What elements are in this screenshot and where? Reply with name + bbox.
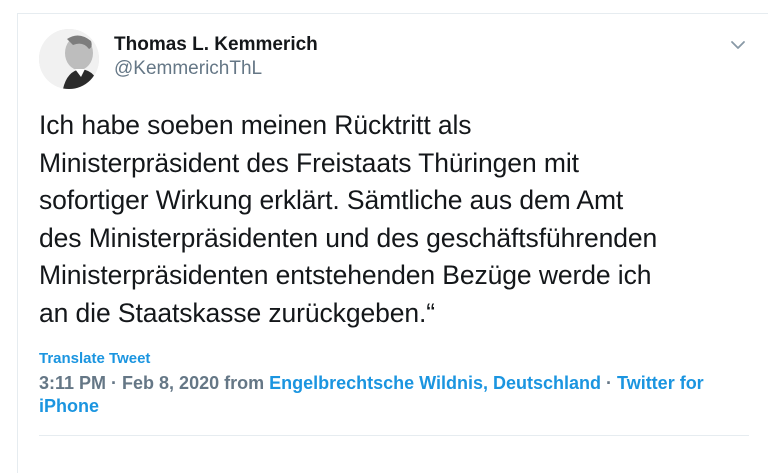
author-name[interactable]: Thomas L. Kemmerich [114, 34, 318, 56]
tweet-date[interactable]: Feb 8, 2020 [122, 373, 219, 393]
meta-separator: · [106, 373, 123, 393]
tweet-meta: 3:11 PM · Feb 8, 2020 from Engelbrechtsc… [39, 372, 754, 418]
author-handle[interactable]: @KemmerichThL [114, 58, 262, 80]
divider [39, 435, 749, 436]
tweet-text: Ich habe soeben meinen Rücktritt als Min… [39, 110, 658, 328]
meta-separator: · [601, 373, 618, 393]
tweet-card: Thomas L. Kemmerich @KemmerichThL Ich ha… [17, 13, 768, 473]
avatar[interactable] [39, 29, 99, 89]
tweet-time[interactable]: 3:11 PM [39, 373, 106, 393]
avatar-portrait [39, 29, 99, 89]
translate-tweet-link[interactable]: Translate Tweet [39, 350, 150, 367]
from-label: from [219, 373, 270, 393]
chevron-down-icon[interactable] [727, 34, 749, 56]
location-link[interactable]: Engelbrechtsche Wildnis, Deutschland [269, 373, 601, 393]
